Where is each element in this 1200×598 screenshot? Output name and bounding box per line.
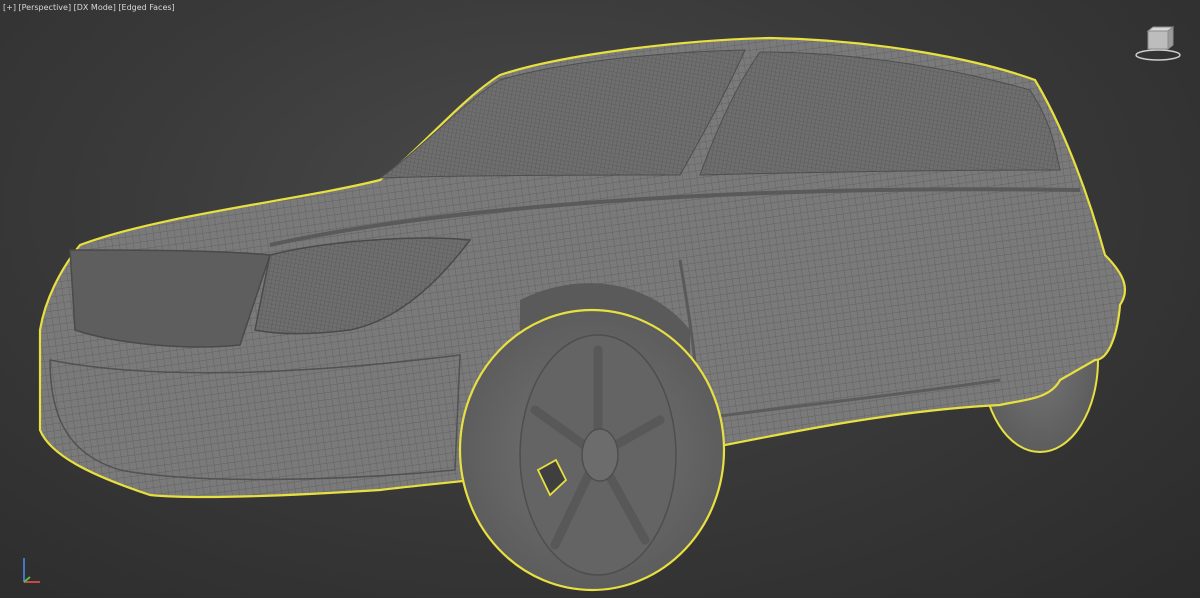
render-mode-label[interactable]: [DX Mode] — [74, 3, 116, 12]
viewcube-icon[interactable] — [1130, 24, 1186, 64]
viewport-labels: [+] [Perspective] [DX Mode] [Edged Faces… — [3, 3, 175, 12]
front-grille — [69, 249, 272, 348]
wheel-hub — [581, 428, 619, 482]
front-bumper — [49, 354, 461, 481]
perspective-viewport[interactable]: [+] [Perspective] [DX Mode] [Edged Faces… — [0, 0, 1200, 598]
shading-mode-label[interactable]: [Edged Faces] — [118, 3, 174, 12]
axis-tripod-icon — [23, 558, 40, 583]
car-mesh-scene[interactable] — [0, 0, 1200, 598]
viewport-menu-label[interactable]: [+] — [3, 3, 16, 12]
view-mode-label[interactable]: [Perspective] — [19, 3, 72, 12]
